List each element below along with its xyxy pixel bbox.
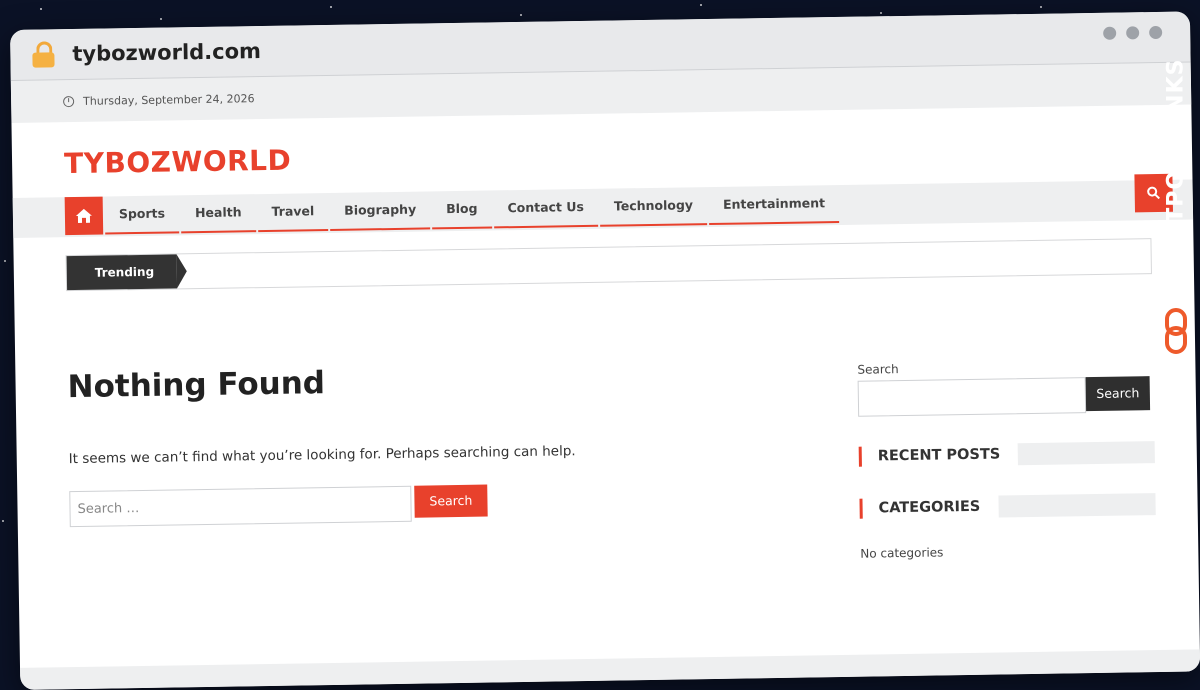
nav-item-contact-us[interactable]: Contact Us bbox=[493, 188, 599, 229]
search-button[interactable]: Search bbox=[414, 484, 488, 518]
not-found-message: It seems we can’t find what you’re looki… bbox=[68, 443, 576, 468]
sidebar: Search Search RECENT POSTS CATEGORIES No… bbox=[857, 358, 1156, 561]
search-input[interactable]: Search … bbox=[69, 485, 412, 528]
window-controls bbox=[1103, 25, 1163, 40]
nav-item-sports[interactable]: Sports bbox=[104, 195, 180, 235]
browser-window: tybozworld.com Thursday, September 24, 2… bbox=[10, 11, 1200, 690]
sidebar-search-label: Search bbox=[857, 362, 899, 377]
nav-item-blog[interactable]: Blog bbox=[431, 190, 492, 230]
main-navigation: Sports Health Travel Biography Blog Cont… bbox=[12, 173, 1194, 238]
recent-posts-title: RECENT POSTS bbox=[877, 446, 1001, 465]
search-form: Search … Search bbox=[69, 479, 829, 528]
sidebar-search-form: Search bbox=[857, 376, 1155, 417]
main-content: Nothing Found It seems we can’t find wha… bbox=[67, 357, 829, 528]
page-title: Nothing Found bbox=[67, 365, 326, 406]
nav-item-health[interactable]: Health bbox=[180, 194, 256, 234]
window-dot-icon[interactable] bbox=[1103, 26, 1117, 40]
nav-list: Sports Health Travel Biography Blog Cont… bbox=[104, 185, 842, 235]
sidebar-search-input[interactable] bbox=[857, 377, 1087, 417]
nav-item-travel[interactable]: Travel bbox=[257, 193, 329, 233]
watermark-text: GUESTPOSTLINKS bbox=[1163, 58, 1189, 294]
link-icon bbox=[1165, 308, 1187, 354]
trending-ticker: Trending bbox=[65, 238, 1152, 292]
home-button[interactable] bbox=[64, 196, 104, 236]
recent-posts-widget: RECENT POSTS bbox=[858, 440, 1155, 469]
window-dot-icon[interactable] bbox=[1149, 25, 1163, 40]
sidebar-search-button[interactable]: Search bbox=[1085, 376, 1151, 412]
categories-title: CATEGORIES bbox=[878, 498, 981, 517]
site-logo[interactable]: TYBOZWORLD bbox=[64, 144, 292, 181]
nav-item-biography[interactable]: Biography bbox=[329, 191, 431, 231]
lock-icon bbox=[32, 41, 55, 68]
nav-item-technology[interactable]: Technology bbox=[599, 187, 708, 227]
trending-label: Trending bbox=[66, 254, 178, 291]
categories-widget: CATEGORIES bbox=[859, 492, 1156, 521]
current-date: Thursday, September 24, 2026 bbox=[83, 91, 255, 108]
guestpostlinks-watermark: GUESTPOSTLINKS bbox=[1156, 56, 1196, 356]
home-icon bbox=[75, 208, 92, 223]
window-dot-icon[interactable] bbox=[1126, 26, 1140, 40]
url-text[interactable]: tybozworld.com bbox=[72, 39, 261, 66]
clock-icon bbox=[63, 95, 75, 107]
no-categories-text: No categories bbox=[860, 545, 944, 561]
nav-item-entertainment[interactable]: Entertainment bbox=[708, 185, 840, 226]
